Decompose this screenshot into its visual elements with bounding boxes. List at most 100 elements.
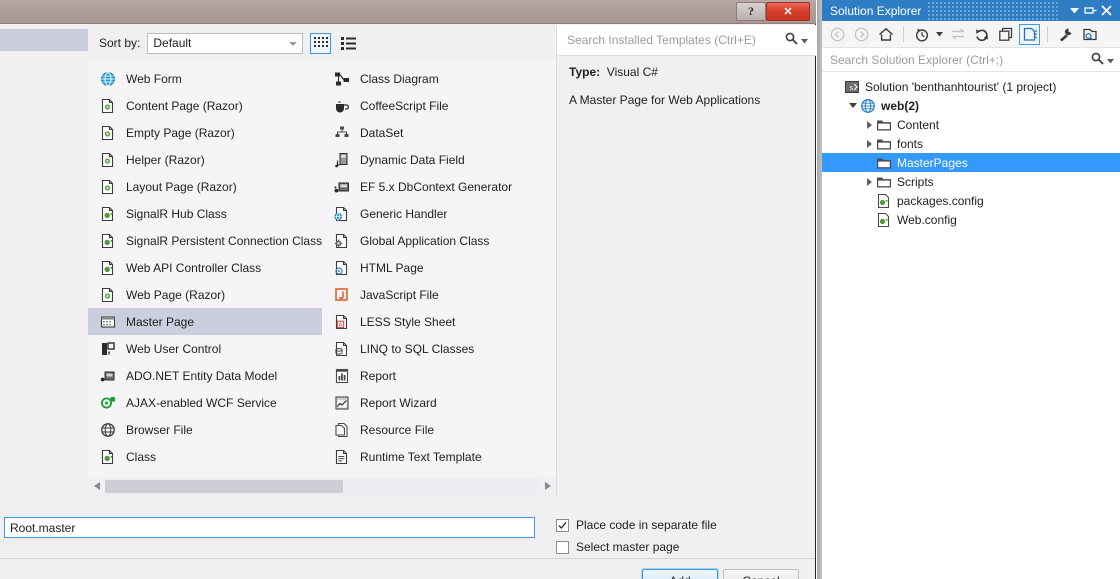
template-item[interactable]: Helper (Razor) (88, 146, 322, 173)
forward-icon[interactable] (851, 24, 872, 45)
template-item[interactable]: Class Diagram (322, 65, 556, 92)
razor-page-icon (100, 179, 116, 195)
search-templates-input[interactable]: Search Installed Templates (Ctrl+E) (557, 25, 816, 56)
chevron-right-icon[interactable] (862, 139, 876, 148)
template-item[interactable]: CoffeeScript File (322, 92, 556, 119)
tree-item[interactable]: Scripts (822, 172, 1120, 191)
pending-changes-dropdown-icon[interactable] (935, 24, 944, 45)
add-button[interactable]: Add (641, 568, 719, 579)
template-item[interactable]: Dynamic Data Field (322, 146, 556, 173)
template-item[interactable]: SignalR Hub Class (88, 200, 322, 227)
template-item[interactable]: LINQ to SQL Classes (322, 335, 556, 362)
categories-pane[interactable] (0, 25, 88, 495)
chevron-down-icon[interactable] (1066, 3, 1082, 19)
template-item[interactable]: ADO.NET Entity Data Model (88, 362, 322, 389)
template-item[interactable]: Report Wizard (322, 389, 556, 416)
config-file-icon (876, 193, 892, 209)
template-item[interactable]: AJAX-enabled WCF Service (88, 389, 322, 416)
template-item[interactable]: Class (88, 443, 322, 470)
dialog-body: Sort by: Default Web Form Content Page (… (0, 25, 816, 579)
dialog-titlebar[interactable]: ? ✕ (0, 0, 816, 24)
home-icon[interactable] (875, 24, 896, 45)
template-item[interactable]: Web Form (88, 65, 322, 92)
dataset-icon (334, 125, 350, 141)
chevron-right-icon[interactable] (862, 120, 876, 129)
checkbox-box[interactable] (556, 540, 569, 554)
tree-item[interactable]: fonts (822, 134, 1120, 153)
solution-tree[interactable]: s Solution 'benthanhtourist' (1 project) w… (822, 72, 1120, 229)
search-icon[interactable] (785, 32, 798, 48)
template-item[interactable]: Empty Page (Razor) (88, 119, 322, 146)
properties-icon[interactable] (1055, 24, 1076, 45)
check-icon (558, 521, 567, 529)
template-item[interactable]: Generic Handler (322, 200, 556, 227)
search-icon[interactable] (1091, 52, 1104, 68)
preview-selected-items-icon[interactable] (1079, 24, 1100, 45)
close-icon[interactable] (1098, 3, 1114, 19)
item-name-input[interactable]: Root.master (4, 517, 535, 538)
template-item[interactable]: JavaScript File (322, 281, 556, 308)
pin-icon[interactable] (1082, 3, 1098, 19)
report-icon (334, 368, 350, 384)
template-item[interactable]: Content Page (Razor) (88, 92, 322, 119)
template-item-label: ADO.NET Entity Data Model (126, 368, 278, 383)
chevron-down-icon[interactable] (801, 33, 808, 47)
refresh-icon[interactable] (971, 24, 992, 45)
arrow-right-icon[interactable] (539, 478, 556, 495)
template-item[interactable]: Browser File (88, 416, 322, 443)
template-item[interactable]: Web Page (Razor) (88, 281, 322, 308)
chevron-right-icon[interactable] (862, 177, 876, 186)
template-item[interactable]: A LESS Style Sheet (322, 308, 556, 335)
horizontal-scrollbar[interactable] (88, 477, 556, 495)
template-item[interactable]: Report (322, 362, 556, 389)
arrow-left-icon[interactable] (88, 478, 105, 495)
template-item[interactable]: EF 5.x DbContext Generator (322, 173, 556, 200)
template-item-label: Report (360, 368, 397, 383)
sync-icon[interactable] (947, 24, 968, 45)
cancel-button[interactable]: Cancel (723, 569, 799, 579)
sort-by-dropdown[interactable]: Default (147, 32, 304, 54)
details-pane: Search Installed Templates (Ctrl+E) Type… (556, 25, 816, 495)
checkbox-box[interactable] (556, 518, 569, 532)
tree-item[interactable]: Web.config (822, 210, 1120, 229)
solution-explorer-search-input[interactable]: Search Solution Explorer (Ctrl+;) (822, 48, 1120, 72)
template-item[interactable]: Runtime Text Template (322, 443, 556, 470)
tree-item[interactable]: web(2) (822, 96, 1120, 115)
html-page-icon (334, 260, 350, 276)
tree-item[interactable]: s Solution 'benthanhtourist' (1 project) (822, 77, 1120, 96)
template-item[interactable]: Resource File (322, 416, 556, 443)
help-button[interactable]: ? (736, 2, 766, 21)
solution-explorer-titlebar[interactable]: Solution Explorer (822, 0, 1120, 21)
template-list[interactable]: Web Form Content Page (Razor) Empty Page (… (88, 61, 556, 495)
collapse-all-icon[interactable] (995, 24, 1016, 45)
close-button[interactable]: ✕ (766, 2, 810, 21)
tree-item[interactable]: packages.config (822, 191, 1120, 210)
config-file-icon (876, 212, 892, 228)
template-item[interactable]: Web API Controller Class (88, 254, 322, 281)
template-item[interactable]: Web User Control (88, 335, 322, 362)
template-item[interactable]: Master Page (88, 308, 322, 335)
template-item[interactable]: Global Application Class (322, 227, 556, 254)
list-view-icon[interactable] (338, 33, 359, 54)
template-column-left: Web Form Content Page (Razor) Empty Page (… (88, 61, 322, 475)
grid-view-icon[interactable] (310, 32, 332, 54)
chevron-down-icon[interactable] (846, 103, 860, 108)
name-row: Root.master Place code in separate file … (0, 495, 815, 554)
scrollbar-thumb[interactable] (105, 479, 343, 493)
scrollbar-track[interactable] (105, 477, 539, 495)
template-item[interactable]: SignalR Persistent Connection Class (88, 227, 322, 254)
browser-file-icon (100, 422, 116, 438)
category-selected-item[interactable] (0, 29, 88, 51)
template-item[interactable]: HTML Page (322, 254, 556, 281)
template-item[interactable]: Layout Page (Razor) (88, 173, 322, 200)
chevron-down-icon[interactable] (1107, 53, 1114, 67)
pending-changes-icon[interactable] (911, 24, 932, 45)
tree-item[interactable]: MasterPages (822, 153, 1120, 172)
drag-grip[interactable] (927, 0, 1060, 21)
tree-item[interactable]: Content (822, 115, 1120, 134)
show-all-files-icon[interactable] (1019, 23, 1040, 45)
back-icon[interactable] (827, 24, 848, 45)
place-code-in-separate-file-checkbox[interactable]: Place code in separate file (556, 518, 717, 532)
template-item[interactable]: DataSet (322, 119, 556, 146)
select-master-page-checkbox[interactable]: Select master page (556, 540, 679, 554)
